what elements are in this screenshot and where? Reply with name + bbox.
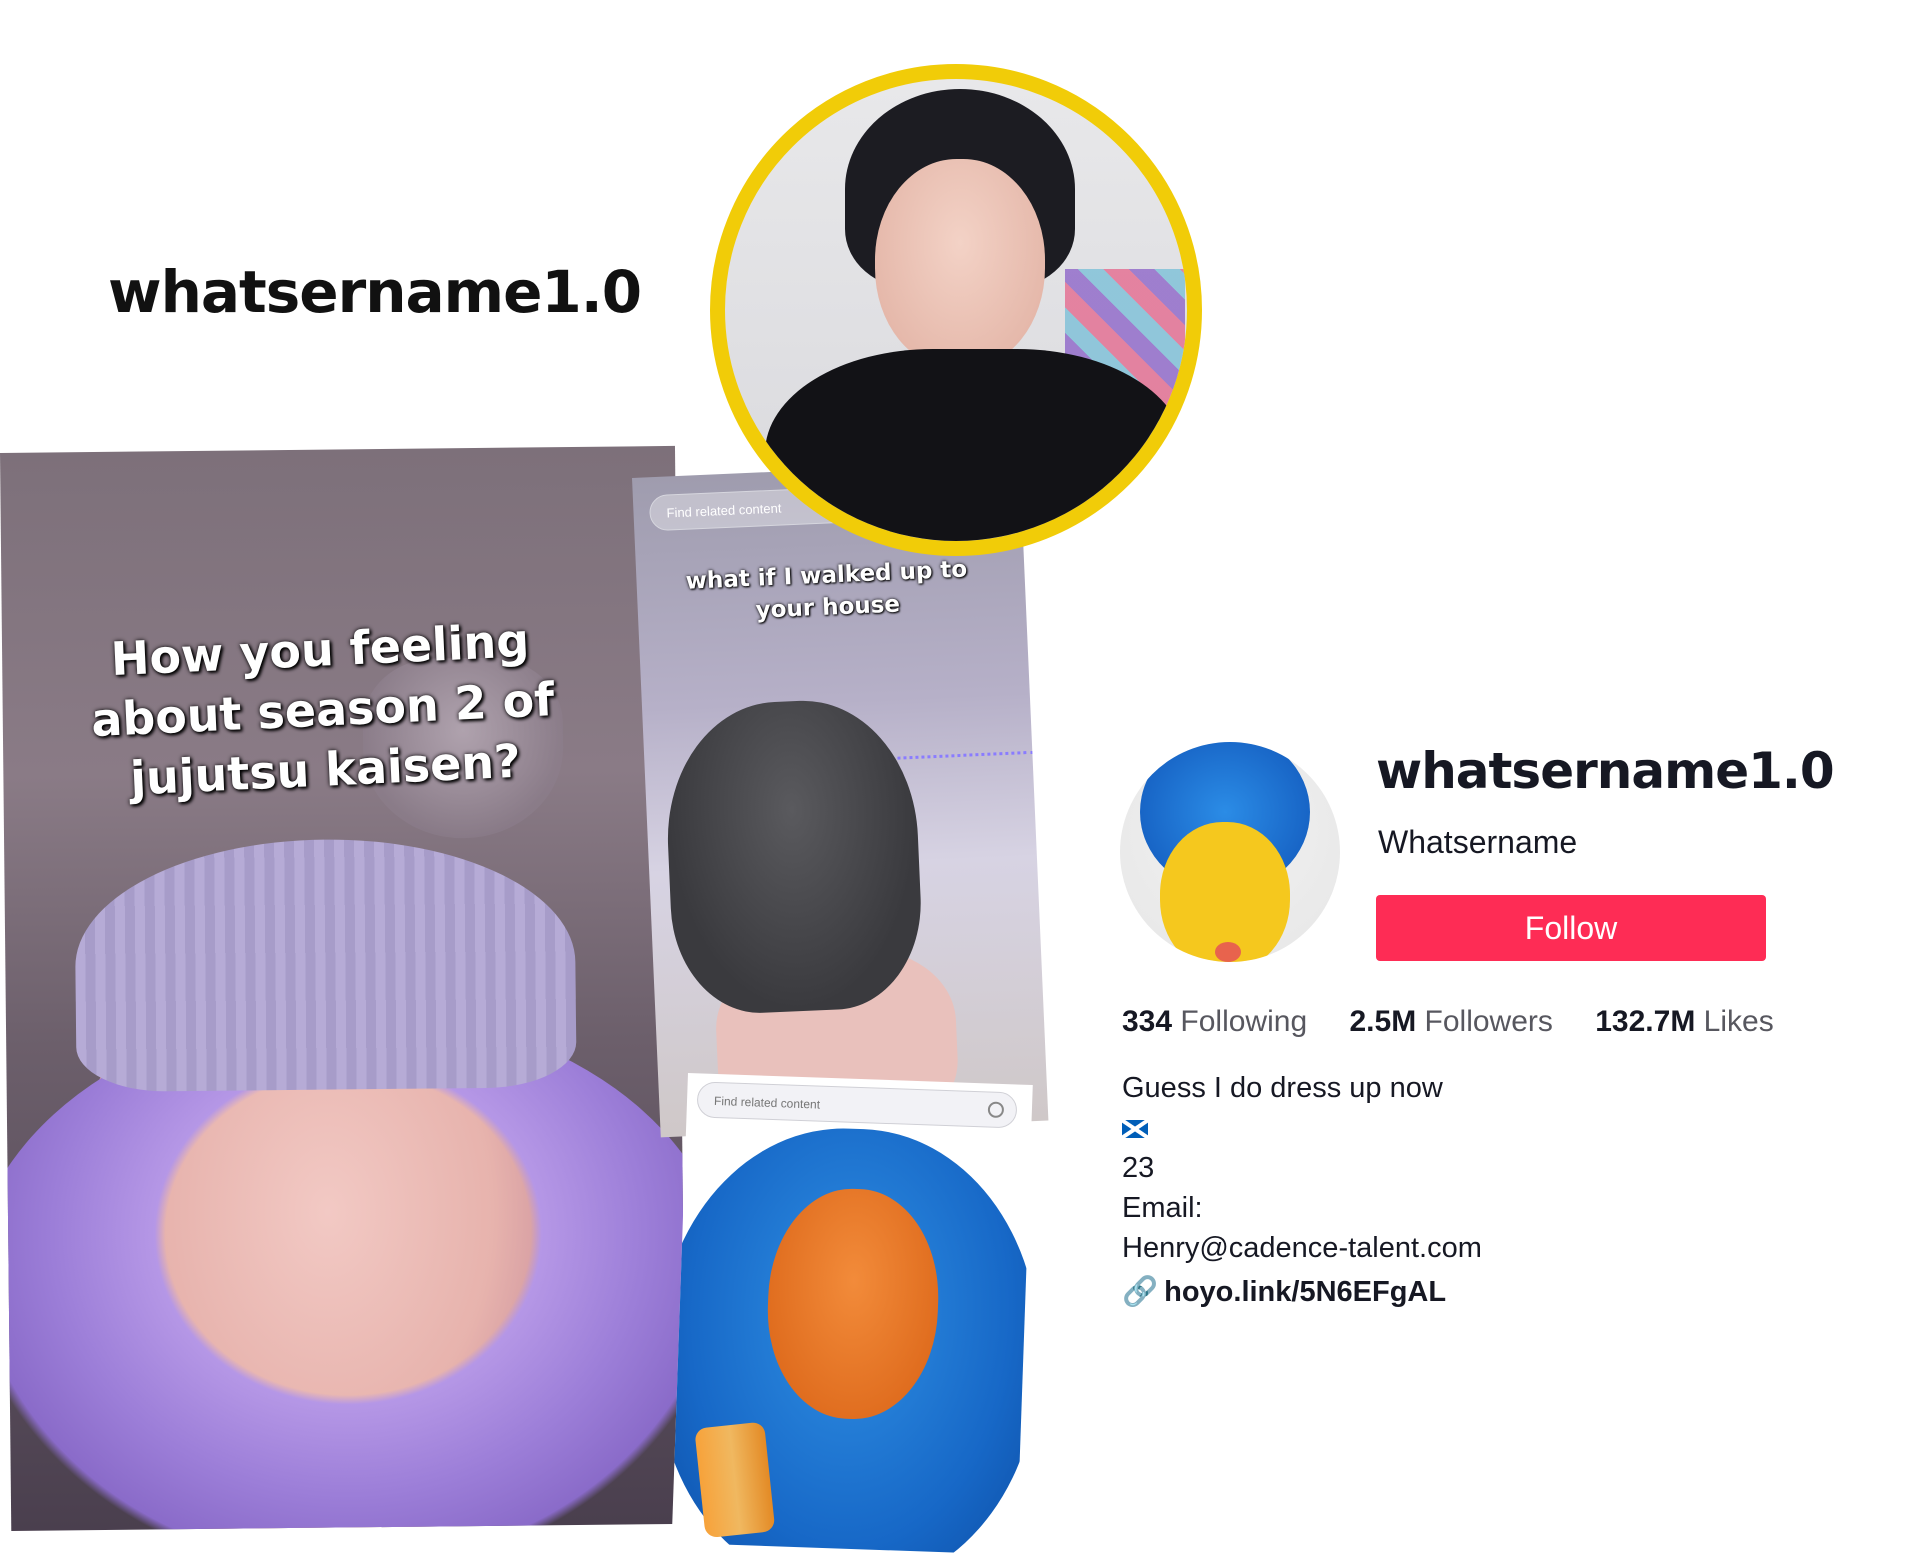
followers-label[interactable]: Followers — [1425, 1005, 1553, 1038]
likes-label: Likes — [1703, 1005, 1774, 1038]
profile-username: whatsername1.0 — [1376, 742, 1835, 800]
video-card-jjk[interactable]: How you feeling about season 2 of jujuts… — [0, 445, 687, 1531]
red-nose — [1215, 942, 1241, 962]
person-face — [875, 159, 1045, 369]
search-icon[interactable] — [987, 1101, 1005, 1119]
search-input[interactable]: Find related content — [696, 1081, 1018, 1129]
bio-line: Guess I do dress up now — [1122, 1072, 1443, 1104]
yellow-face — [1160, 822, 1290, 962]
video-caption: what if I walked up to your house — [685, 556, 968, 624]
creator-photo — [710, 64, 1202, 556]
profile-nickname: Whatsername — [1378, 824, 1578, 860]
following-label[interactable]: Following — [1180, 1005, 1307, 1038]
profile-bio: Guess I do dress up now 23 Email: Henry@… — [1122, 1068, 1482, 1268]
followers-count[interactable]: 2.5M — [1349, 1005, 1416, 1038]
headline-username: whatsername1.0 — [108, 258, 642, 326]
beanie-hat — [74, 837, 577, 1093]
video-card-batman[interactable]: Find related content what if I walked up… — [632, 461, 1049, 1138]
bio-line: 23 — [1122, 1152, 1155, 1184]
profile-avatar[interactable] — [1120, 742, 1340, 962]
profile-stats: 334 Following 2.5M Followers 132.7M Like… — [1122, 1005, 1808, 1039]
search-placeholder: Find related content — [713, 1093, 821, 1112]
profile-link[interactable]: 🔗 hoyo.link/5N6EFgAL — [1122, 1275, 1446, 1309]
video-caption: How you feeling about season 2 of jujuts… — [90, 613, 556, 806]
black-shirt — [765, 349, 1185, 541]
likes-count: 132.7M — [1595, 1005, 1696, 1038]
bat-mask — [662, 696, 926, 1017]
bio-line: Email: — [1122, 1192, 1203, 1224]
follow-button[interactable]: Follow — [1376, 895, 1766, 961]
scotland-flag-icon — [1122, 1108, 1482, 1148]
soda-can — [694, 1421, 776, 1539]
profile-link-text[interactable]: hoyo.link/5N6EFgAL — [1164, 1276, 1446, 1308]
link-icon: 🔗 — [1122, 1276, 1159, 1308]
video-card-blue-wig[interactable]: Find related content — [671, 1073, 1033, 1555]
following-count[interactable]: 334 — [1122, 1005, 1172, 1038]
bio-email: Henry@cadence-talent.com — [1122, 1232, 1482, 1264]
